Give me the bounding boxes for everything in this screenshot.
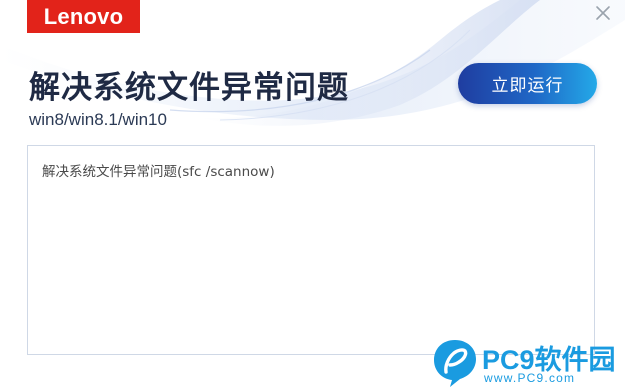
output-log-area[interactable]: 解决系统文件异常问题(sfc /scannow): [27, 145, 595, 355]
run-now-button[interactable]: 立即运行: [458, 63, 597, 104]
close-icon[interactable]: [593, 3, 613, 23]
page-title: 解决系统文件异常问题: [29, 70, 349, 106]
watermark: PC9软件园 www.PC9.com: [432, 338, 622, 388]
watermark-url: www.PC9.com: [484, 371, 576, 385]
os-compatibility-label: win8/win8.1/win10: [29, 110, 167, 129]
lenovo-logo: Lenovo: [27, 0, 140, 33]
pc9-logo-icon: [434, 340, 476, 387]
log-text: 解决系统文件异常问题(sfc /scannow): [42, 164, 275, 180]
